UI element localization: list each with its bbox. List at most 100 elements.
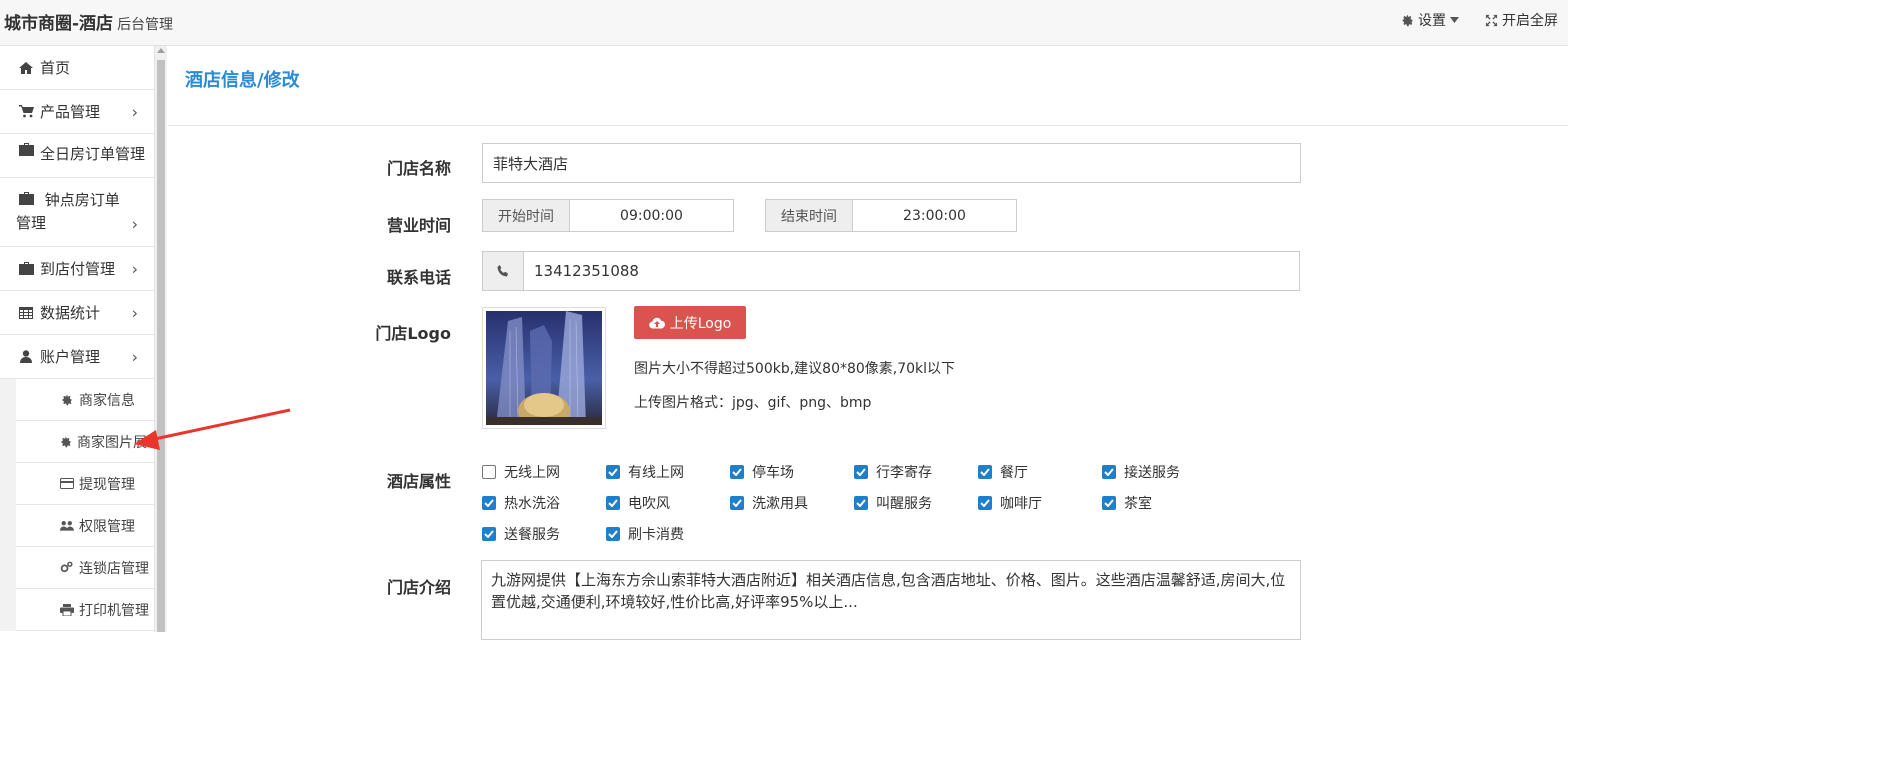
start-time-input[interactable]: 09:00:00 [570, 199, 734, 232]
checkbox-checked-icon[interactable] [1102, 465, 1116, 479]
scroll-thumb[interactable] [157, 60, 165, 632]
sidebar-item-text: 钟点房订单 管理 [16, 189, 120, 235]
sidebar-item-label: 数据统计 [40, 304, 101, 322]
sidebar: 首页 产品管理 › 全日房订单管理 钟点房订单 管理 › 到店付管理 › 数据统… [0, 46, 155, 632]
attribute-checkbox[interactable]: 刷卡消费 [606, 524, 684, 544]
checkbox-checked-icon[interactable] [1102, 496, 1116, 510]
sidebar-subitem-label: 提现管理 [79, 476, 135, 493]
attribute-checkbox[interactable]: 叫醒服务 [854, 493, 932, 513]
sidebar-item-home[interactable]: 首页 [0, 46, 154, 90]
sidebar-subitem-merchant-info[interactable]: 商家信息 [16, 379, 154, 421]
checkbox-checked-icon[interactable] [854, 465, 868, 479]
top-actions: 设置 开启全屏 [1401, 10, 1558, 30]
sidebar-item-label-line2: 管理 [16, 214, 47, 232]
attribute-label: 刷卡消费 [628, 527, 684, 543]
attribute-checkbox[interactable]: 茶室 [1102, 493, 1152, 513]
checkbox-checked-icon[interactable] [606, 527, 620, 541]
attribute-checkbox[interactable]: 洗漱用具 [730, 493, 808, 513]
sidebar-item-statistics[interactable]: 数据统计 › [0, 291, 154, 335]
briefcase-icon [18, 143, 34, 156]
main-content: 酒店信息/修改 门店名称 菲特大酒店 营业时间 开始时间 09:00:00 结束… [168, 46, 1568, 640]
sidebar-item-fullday-orders[interactable]: 全日房订单管理 [0, 134, 154, 178]
sidebar-subitem-label: 商家图片展示 [77, 434, 154, 451]
attribute-label: 接送服务 [1124, 465, 1180, 481]
intro-value: 九游网提供【上海东方佘山索菲特大酒店附近】相关酒店信息,包含酒店地址、价格、图片… [491, 571, 1286, 611]
account-submenu: 商家信息 商家图片展示 提现管理 权限管理 连锁店管理 打印机管理 [0, 379, 154, 631]
attribute-checkbox[interactable]: 接送服务 [1102, 462, 1180, 482]
checkbox-checked-icon[interactable] [730, 496, 744, 510]
attribute-checkbox[interactable]: 餐厅 [978, 462, 1028, 482]
user-icon [18, 350, 34, 363]
fullscreen-button[interactable]: 开启全屏 [1485, 10, 1558, 30]
intro-label: 门店介绍 [386, 578, 451, 597]
brand-subtitle: 后台管理 [117, 17, 174, 33]
attribute-checkbox[interactable]: 停车场 [730, 462, 794, 482]
attribute-label: 电吹风 [628, 496, 670, 512]
sidebar-subitem-withdrawal[interactable]: 提现管理 [16, 463, 154, 505]
checkbox-checked-icon[interactable] [482, 496, 496, 510]
sidebar-subitem-merchant-images[interactable]: 商家图片展示 [16, 421, 154, 463]
checkbox-checked-icon[interactable] [606, 465, 620, 479]
settings-menu[interactable]: 设置 [1401, 10, 1459, 30]
phone-addon [482, 251, 524, 291]
sidebar-item-label: 首页 [40, 59, 71, 77]
attribute-label: 送餐服务 [504, 527, 560, 543]
logo-format-hint: 上传图片格式：jpg、gif、png、bmp [634, 395, 872, 411]
checkbox-checked-icon[interactable] [978, 496, 992, 510]
attribute-label: 餐厅 [1000, 465, 1028, 481]
attribute-checkbox[interactable]: 无线上网 [482, 462, 560, 482]
checkbox-checked-icon[interactable] [978, 465, 992, 479]
checkbox-unchecked-icon[interactable] [482, 465, 496, 479]
scroll-up-arrow-icon[interactable] [157, 48, 165, 53]
chevron-right-icon: › [131, 259, 138, 278]
checkbox-checked-icon[interactable] [730, 465, 744, 479]
attribute-label: 咖啡厅 [1000, 496, 1042, 512]
phone-input[interactable]: 13412351088 [524, 251, 1300, 291]
sidebar-subitem-permissions[interactable]: 权限管理 [16, 505, 154, 547]
store-name-value: 菲特大酒店 [493, 154, 569, 173]
checkbox-checked-icon[interactable] [854, 496, 868, 510]
attribute-checkbox[interactable]: 行李寄存 [854, 462, 932, 482]
attribute-checkbox[interactable]: 热水洗浴 [482, 493, 560, 513]
sidebar-subitem-label: 商家信息 [79, 392, 135, 409]
upload-logo-button[interactable]: 上传Logo [634, 306, 746, 339]
attribute-checkbox[interactable]: 送餐服务 [482, 524, 560, 544]
phone-icon [497, 265, 509, 277]
end-time-input[interactable]: 23:00:00 [853, 199, 1017, 232]
phone-value: 13412351088 [534, 262, 639, 280]
attribute-checkbox[interactable]: 有线上网 [606, 462, 684, 482]
intro-textarea[interactable]: 九游网提供【上海东方佘山索菲特大酒店附近】相关酒店信息,包含酒店地址、价格、图片… [481, 560, 1301, 640]
credit-card-icon [60, 478, 74, 489]
start-time-addon: 开始时间 [482, 199, 570, 232]
sidebar-item-account[interactable]: 账户管理 › [0, 335, 154, 379]
upload-logo-label: 上传Logo [669, 315, 732, 332]
cloud-upload-icon [648, 317, 665, 329]
gears-icon [60, 561, 74, 574]
sidebar-item-pay-at-store[interactable]: 到店付管理 › [0, 247, 154, 291]
sidebar-item-label: 到店付管理 [40, 260, 116, 278]
sidebar-item-label: 产品管理 [40, 103, 101, 121]
attribute-checkbox[interactable]: 咖啡厅 [978, 493, 1042, 513]
sidebar-subitem-label: 打印机管理 [79, 602, 149, 619]
checkbox-checked-icon[interactable] [606, 496, 620, 510]
settings-label: 设置 [1418, 13, 1446, 29]
brand-name: 城市商圈-酒店 [4, 14, 114, 34]
sidebar-item-label: 全日房订单管理 [40, 145, 146, 163]
chevron-right-icon: › [131, 102, 138, 121]
gear-icon [60, 394, 74, 406]
store-name-input[interactable]: 菲特大酒店 [482, 143, 1301, 183]
store-name-label: 门店名称 [386, 159, 451, 178]
page-header: 酒店信息/修改 [168, 46, 1568, 126]
attribute-checkbox[interactable]: 电吹风 [606, 493, 670, 513]
top-bar: 城市商圈-酒店 后台管理 设置 开启全屏 [0, 0, 1568, 46]
checkbox-checked-icon[interactable] [482, 527, 496, 541]
fullscreen-label: 开启全屏 [1502, 13, 1558, 29]
sidebar-scrollbar[interactable] [155, 46, 167, 632]
sidebar-item-products[interactable]: 产品管理 › [0, 90, 154, 134]
end-time-addon: 结束时间 [765, 199, 853, 232]
attribute-label: 有线上网 [628, 465, 684, 481]
sidebar-subitem-chain-stores[interactable]: 连锁店管理 [16, 547, 154, 589]
sidebar-item-hourly-orders[interactable]: 钟点房订单 管理 › [0, 178, 154, 247]
sidebar-subitem-printers[interactable]: 打印机管理 [16, 589, 154, 631]
attribute-label: 茶室 [1124, 496, 1152, 512]
